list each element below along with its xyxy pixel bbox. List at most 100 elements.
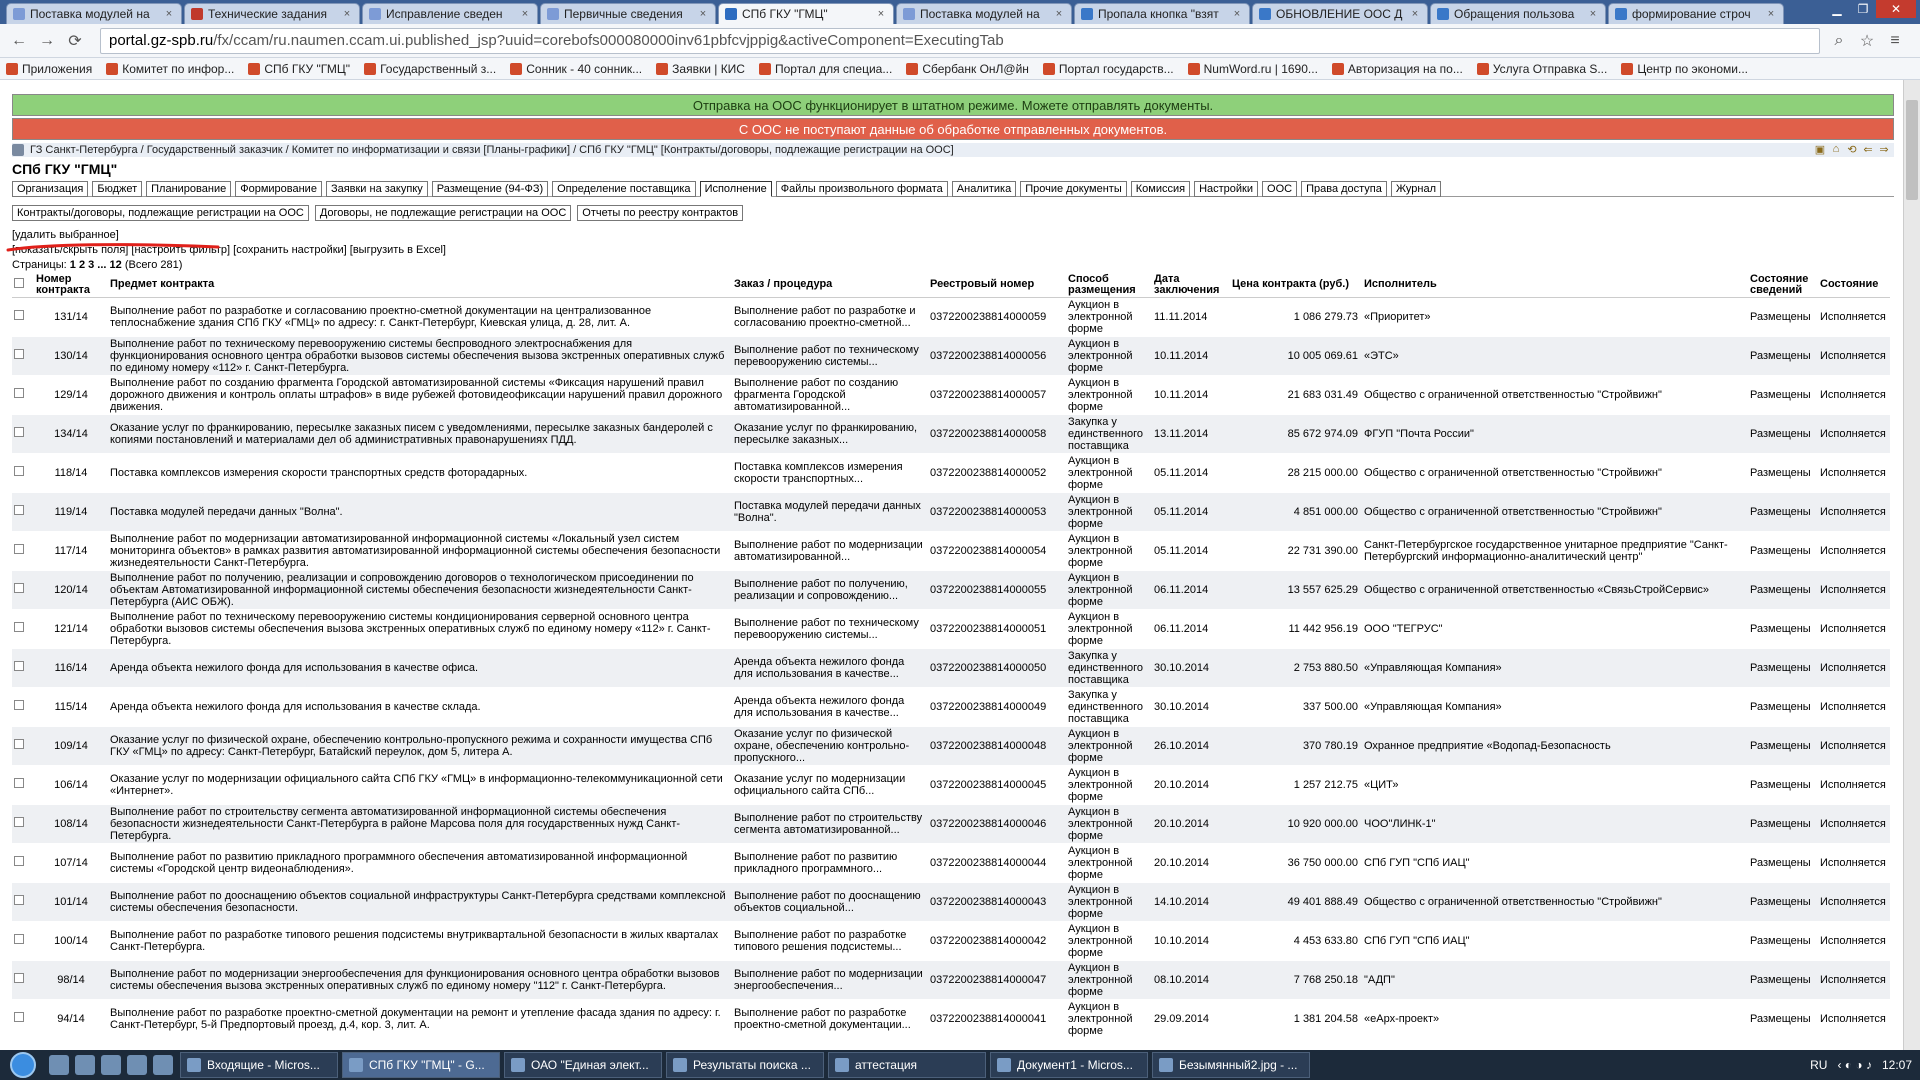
page-links[interactable]: 1 2 3 ... 12 xyxy=(70,259,122,271)
bookmark-item[interactable]: Сонник - 40 сонник... xyxy=(510,62,642,76)
contract-subject-cell[interactable]: Поставка модулей передачи данных "Волна"… xyxy=(108,492,732,532)
row-checkbox[interactable] xyxy=(14,466,24,476)
table-row[interactable]: 119/14 Поставка модулей передачи данных "… xyxy=(12,492,1890,532)
folder-icon[interactable] xyxy=(127,1055,147,1075)
menu-tab[interactable]: Формирование xyxy=(235,181,322,197)
browser-tab[interactable]: Исправление сведен × xyxy=(362,3,538,24)
reload-icon[interactable]: ⟳ xyxy=(64,31,86,51)
contract-number-cell[interactable]: 109/14 xyxy=(34,726,108,766)
ie-icon[interactable] xyxy=(75,1055,95,1075)
minimize-icon[interactable]: ▁ xyxy=(1824,0,1850,18)
forward-icon[interactable]: → xyxy=(36,32,58,50)
table-row[interactable]: 134/14 Оказание услуг по франкированию, п… xyxy=(12,414,1890,454)
row-checkbox[interactable] xyxy=(14,817,24,827)
taskbar-window-button[interactable]: Входящие - Micros... xyxy=(180,1052,338,1078)
bookmark-item[interactable]: Центр по экономи... xyxy=(1621,62,1748,76)
table-toolbar-links[interactable]: [показать/скрыть поля] [настроить фильтр… xyxy=(12,243,1894,258)
contract-subject-cell[interactable]: Выполнение работ по разработке проектно-… xyxy=(108,999,732,1039)
breadcrumb-text[interactable]: ГЗ Санкт-Петербурга / Государственный за… xyxy=(30,144,954,156)
table-row[interactable]: 131/14 Выполнение работ по разработке и с… xyxy=(12,297,1890,337)
menu-tab[interactable]: ООС xyxy=(1262,181,1298,197)
browser-tab[interactable]: СПб ГКУ "ГМЦ" × xyxy=(718,3,894,24)
row-checkbox[interactable] xyxy=(14,544,24,554)
row-checkbox[interactable] xyxy=(14,622,24,632)
row-checkbox[interactable] xyxy=(14,934,24,944)
taskbar-window-button[interactable]: Документ1 - Micros... xyxy=(990,1052,1148,1078)
tab-close-icon[interactable]: × xyxy=(875,8,887,20)
tray-icons[interactable]: ‹ ◐ ◑ ♪ xyxy=(1837,1058,1872,1072)
taskbar-window-button[interactable]: ОАО "Единая элект... xyxy=(504,1052,662,1078)
outlook-icon[interactable] xyxy=(101,1055,121,1075)
home-icon[interactable]: ⌂ xyxy=(1828,143,1844,156)
taskbar-window-button[interactable]: Безымянный2.jpg - ... xyxy=(1152,1052,1310,1078)
bookmark-item[interactable]: Приложения xyxy=(6,62,92,76)
menu-tab[interactable]: Организация xyxy=(12,181,89,197)
tab-close-icon[interactable]: × xyxy=(1409,8,1421,20)
browser-tab[interactable]: Пропала кнопка "взят × xyxy=(1074,3,1250,24)
show-desktop-icon[interactable] xyxy=(49,1055,69,1075)
forward-arrow-icon[interactable]: ⇒ xyxy=(1876,143,1892,156)
table-row[interactable]: 117/14 Выполнение работ по модернизации а… xyxy=(12,531,1890,571)
scrollbar-thumb[interactable] xyxy=(1906,100,1918,200)
contract-subject-cell[interactable]: Выполнение работ по дооснащению объектов… xyxy=(108,882,732,922)
tab-close-icon[interactable]: × xyxy=(1053,8,1065,20)
back-arrow-icon[interactable]: ⇐ xyxy=(1860,143,1876,156)
row-checkbox[interactable] xyxy=(14,895,24,905)
bookmark-item[interactable]: Портал государств... xyxy=(1042,62,1174,76)
table-row[interactable]: 100/14 Выполнение работ по разработке тип… xyxy=(12,921,1890,961)
menu-tab[interactable]: Определение поставщика xyxy=(552,181,696,197)
bookmark-item[interactable]: Комитет по инфор... xyxy=(106,62,234,76)
table-row[interactable]: 98/14 Выполнение работ по модернизации эн… xyxy=(12,960,1890,1000)
clock[interactable]: 12:07 xyxy=(1882,1058,1912,1072)
contract-subject-cell[interactable]: Аренда объекта нежилого фонда для исполь… xyxy=(108,648,732,688)
table-row[interactable]: 121/14 Выполнение работ по техническому п… xyxy=(12,609,1890,649)
star-icon[interactable]: ☆ xyxy=(1856,31,1878,51)
table-row[interactable]: 106/14 Оказание услуг по модернизации офи… xyxy=(12,765,1890,805)
contract-subject-cell[interactable]: Выполнение работ по получению, реализаци… xyxy=(108,570,732,610)
row-checkbox[interactable] xyxy=(14,388,24,398)
row-checkbox[interactable] xyxy=(14,427,24,437)
language-indicator[interactable]: RU xyxy=(1810,1058,1827,1072)
contract-subject-cell[interactable]: Аренда объекта нежилого фонда для исполь… xyxy=(108,687,732,727)
delete-selected-link[interactable]: [удалить выбранное] xyxy=(12,228,1894,243)
bookmark-item[interactable]: Государственный з... xyxy=(364,62,496,76)
row-checkbox[interactable] xyxy=(14,310,24,320)
row-checkbox[interactable] xyxy=(14,349,24,359)
contract-subject-cell[interactable]: Оказание услуг по франкированию, пересыл… xyxy=(108,414,732,454)
close-window-icon[interactable]: ✕ xyxy=(1876,0,1916,18)
contract-number-cell[interactable]: 129/14 xyxy=(34,375,108,415)
menu-tab[interactable]: Комиссия xyxy=(1130,181,1191,197)
contract-subject-cell[interactable]: Поставка комплексов измерения скорости т… xyxy=(108,453,732,493)
menu-tab[interactable]: Права доступа xyxy=(1301,181,1387,197)
row-checkbox[interactable] xyxy=(14,661,24,671)
menu-tab[interactable]: Бюджет xyxy=(92,181,143,197)
menu-tab[interactable]: Прочие документы xyxy=(1020,181,1127,197)
contract-number-cell[interactable]: 120/14 xyxy=(34,570,108,610)
row-checkbox[interactable] xyxy=(14,583,24,593)
contract-subject-cell[interactable]: Оказание услуг по физической охране, обе… xyxy=(108,726,732,766)
contract-subject-cell[interactable]: Выполнение работ по развитию прикладного… xyxy=(108,843,732,883)
table-row[interactable]: 109/14 Оказание услуг по физической охран… xyxy=(12,726,1890,766)
tab-close-icon[interactable]: × xyxy=(519,8,531,20)
tab-close-icon[interactable]: × xyxy=(697,8,709,20)
contract-number-cell[interactable]: 115/14 xyxy=(34,687,108,727)
contract-number-cell[interactable]: 101/14 xyxy=(34,882,108,922)
taskbar-window-button[interactable]: аттестация xyxy=(828,1052,986,1078)
bookmark-item[interactable]: СПб ГКУ "ГМЦ" xyxy=(248,62,350,76)
browser-tab[interactable]: Поставка модулей на × xyxy=(6,3,182,24)
table-row[interactable]: 130/14 Выполнение работ по техническому п… xyxy=(12,336,1890,376)
bookmark-item[interactable]: Портал для специа... xyxy=(758,62,892,76)
contract-number-cell[interactable]: 118/14 xyxy=(34,453,108,493)
row-checkbox[interactable] xyxy=(14,973,24,983)
browser-tab[interactable]: Поставка модулей на × xyxy=(896,3,1072,24)
browser-tab[interactable]: Обращения пользова × xyxy=(1430,3,1606,24)
bookmark-item[interactable]: Услуга Отправка S... xyxy=(1476,62,1607,76)
contract-number-cell[interactable]: 119/14 xyxy=(34,492,108,532)
bookmark-item[interactable]: Сбербанк ОнЛ@йн xyxy=(906,62,1029,76)
contract-number-cell[interactable]: 94/14 xyxy=(34,999,108,1039)
contract-number-cell[interactable]: 107/14 xyxy=(34,843,108,883)
tab-close-icon[interactable]: × xyxy=(1587,8,1599,20)
browser-tab[interactable]: формирование строч × xyxy=(1608,3,1784,24)
table-row[interactable]: 129/14 Выполнение работ по созданию фрагм… xyxy=(12,375,1890,415)
row-checkbox[interactable] xyxy=(14,505,24,515)
